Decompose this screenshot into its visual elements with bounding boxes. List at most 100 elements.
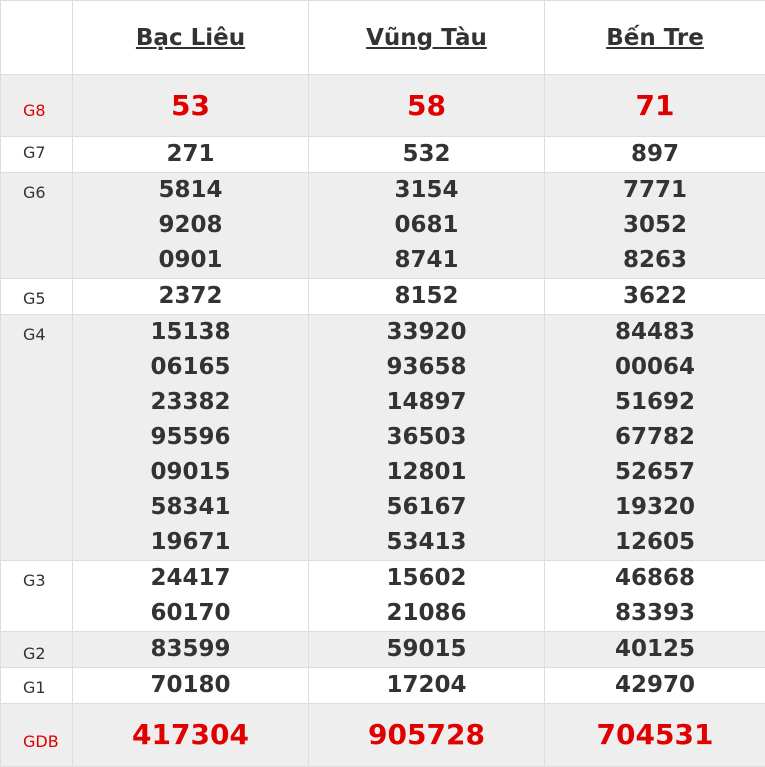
- prize-number: 14897: [309, 385, 544, 420]
- prize-row-g3: G3 24417 60170 15602 21086 46868 83393: [1, 561, 765, 632]
- prize-number: 09015: [73, 455, 308, 490]
- prize-number: 15602: [309, 561, 544, 596]
- prize-label: G6: [1, 173, 73, 279]
- prize-row-g2: G2 83599 59015 40125: [1, 632, 765, 668]
- prize-cell: 7771 3052 8263: [545, 173, 765, 279]
- prize-label: G4: [1, 315, 73, 561]
- prize-cell: 704531: [545, 704, 765, 767]
- prize-row-g4: G4 15138 06165 23382 95596 09015 58341 1…: [1, 315, 765, 561]
- prize-cell: 8152: [309, 279, 545, 315]
- prize-number: 9208: [73, 208, 308, 243]
- prize-number: 36503: [309, 420, 544, 455]
- prize-label: G8: [1, 75, 73, 137]
- prize-number: 897: [545, 137, 765, 172]
- prize-number: 83393: [545, 596, 765, 631]
- header-empty-cell: [1, 1, 73, 75]
- prize-number: 8152: [309, 279, 544, 314]
- prize-cell: 53: [73, 75, 309, 137]
- prize-cell: 2372: [73, 279, 309, 315]
- header-province-cell: Bến Tre: [545, 1, 765, 75]
- prize-cell: 15138 06165 23382 95596 09015 58341 1967…: [73, 315, 309, 561]
- prize-number: 58341: [73, 490, 308, 525]
- prize-number: 70180: [73, 668, 308, 703]
- prize-cell: 271: [73, 137, 309, 173]
- prize-cell: 84483 00064 51692 67782 52657 19320 1260…: [545, 315, 765, 561]
- prize-row-g8: G8 53 58 71: [1, 75, 765, 137]
- header-row: Bạc Liêu Vũng Tàu Bến Tre: [1, 1, 765, 75]
- prize-cell: 33920 93658 14897 36503 12801 56167 5341…: [309, 315, 545, 561]
- prize-number: 0681: [309, 208, 544, 243]
- prize-number: 21086: [309, 596, 544, 631]
- prize-number: 52657: [545, 455, 765, 490]
- prize-cell: 40125: [545, 632, 765, 668]
- prize-cell: 70180: [73, 668, 309, 704]
- header-province-cell: Bạc Liêu: [73, 1, 309, 75]
- prize-number: 84483: [545, 315, 765, 350]
- prize-number: 23382: [73, 385, 308, 420]
- prize-number: 56167: [309, 490, 544, 525]
- prize-number: 40125: [545, 632, 765, 667]
- prize-cell: 5814 9208 0901: [73, 173, 309, 279]
- prize-label: G2: [1, 632, 73, 668]
- prize-number: 33920: [309, 315, 544, 350]
- prize-number: 53413: [309, 525, 544, 560]
- prize-number: 3052: [545, 208, 765, 243]
- prize-cell: 15602 21086: [309, 561, 545, 632]
- prize-number: 3622: [545, 279, 765, 314]
- prize-label: G5: [1, 279, 73, 315]
- prize-number: 8263: [545, 243, 765, 278]
- prize-row-gdb: GDB 417304 905728 704531: [1, 704, 765, 767]
- prize-cell: 17204: [309, 668, 545, 704]
- prize-number: 93658: [309, 350, 544, 385]
- prize-number: 5814: [73, 173, 308, 208]
- prize-cell: 83599: [73, 632, 309, 668]
- lottery-results-table: Bạc Liêu Vũng Tàu Bến Tre G8 53 58 71 G7…: [0, 0, 765, 767]
- prize-number: 06165: [73, 350, 308, 385]
- prize-number: 71: [545, 75, 765, 136]
- prize-number: 2372: [73, 279, 308, 314]
- prize-number: 704531: [545, 704, 765, 766]
- prize-cell: 905728: [309, 704, 545, 767]
- prize-number: 00064: [545, 350, 765, 385]
- prize-number: 51692: [545, 385, 765, 420]
- prize-number: 58: [309, 75, 544, 136]
- prize-cell: 58: [309, 75, 545, 137]
- prize-cell: 897: [545, 137, 765, 173]
- prize-label: G7: [1, 137, 73, 173]
- prize-number: 8741: [309, 243, 544, 278]
- prize-cell: 42970: [545, 668, 765, 704]
- prize-number: 3154: [309, 173, 544, 208]
- prize-cell: 24417 60170: [73, 561, 309, 632]
- prize-cell: 3154 0681 8741: [309, 173, 545, 279]
- province-link-vung-tau[interactable]: Vũng Tàu: [366, 25, 487, 51]
- prize-number: 15138: [73, 315, 308, 350]
- prize-cell: 59015: [309, 632, 545, 668]
- prize-number: 46868: [545, 561, 765, 596]
- prize-number: 67782: [545, 420, 765, 455]
- prize-cell: 46868 83393: [545, 561, 765, 632]
- prize-number: 17204: [309, 668, 544, 703]
- prize-row-g6: G6 5814 9208 0901 3154 0681 8741 7771 30…: [1, 173, 765, 279]
- province-link-ben-tre[interactable]: Bến Tre: [606, 25, 704, 51]
- prize-label: GDB: [1, 704, 73, 767]
- prize-number: 19320: [545, 490, 765, 525]
- prize-number: 532: [309, 137, 544, 172]
- prize-number: 7771: [545, 173, 765, 208]
- prize-row-g7: G7 271 532 897: [1, 137, 765, 173]
- prize-cell: 71: [545, 75, 765, 137]
- prize-row-g5: G5 2372 8152 3622: [1, 279, 765, 315]
- prize-number: 905728: [309, 704, 544, 766]
- prize-number: 271: [73, 137, 308, 172]
- prize-number: 59015: [309, 632, 544, 667]
- prize-cell: 532: [309, 137, 545, 173]
- province-link-bac-lieu[interactable]: Bạc Liêu: [136, 25, 245, 51]
- prize-number: 19671: [73, 525, 308, 560]
- prize-row-g1: G1 70180 17204 42970: [1, 668, 765, 704]
- prize-number: 83599: [73, 632, 308, 667]
- prize-label: G1: [1, 668, 73, 704]
- header-province-cell: Vũng Tàu: [309, 1, 545, 75]
- prize-cell: 417304: [73, 704, 309, 767]
- prize-label: G3: [1, 561, 73, 632]
- prize-number: 60170: [73, 596, 308, 631]
- prize-number: 24417: [73, 561, 308, 596]
